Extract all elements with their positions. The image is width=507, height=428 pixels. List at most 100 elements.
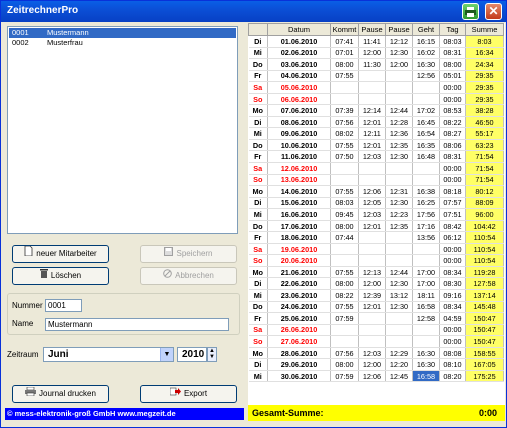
- day-total-cell[interactable]: 00:00: [439, 174, 466, 187]
- table-row[interactable]: Mi 16.06.2010 09:45 12:03 12:23 17:56 07:51 96:…: [248, 208, 504, 221]
- column-header[interactable]: Pause: [358, 23, 386, 36]
- leave-cell[interactable]: [412, 324, 440, 337]
- table-row[interactable]: Fr 25.06.2010 07:59 12:58 04:59 150:47: [248, 312, 504, 325]
- arrive-cell[interactable]: 07:56: [330, 116, 359, 129]
- sum-cell[interactable]: 167:05: [465, 358, 504, 371]
- column-header[interactable]: Summe: [465, 23, 504, 36]
- day-total-cell[interactable]: 08:10: [439, 358, 466, 371]
- pause-end-cell[interactable]: [385, 243, 413, 256]
- pause-start-cell[interactable]: 12:05: [358, 197, 386, 210]
- pause-end-cell[interactable]: 13:12: [385, 289, 413, 302]
- leave-cell[interactable]: 16:25: [412, 197, 440, 210]
- column-header[interactable]: Kommt: [330, 23, 359, 36]
- weekday-cell[interactable]: Do: [248, 139, 268, 152]
- arrive-cell[interactable]: 07:56: [330, 347, 359, 360]
- table-row[interactable]: Sa 19.06.2010 00:00 110:54: [248, 243, 504, 256]
- weekday-cell[interactable]: Mo: [248, 104, 268, 117]
- arrive-cell[interactable]: [330, 93, 359, 106]
- leave-cell[interactable]: 16:02: [412, 47, 440, 60]
- table-row[interactable]: Mi 30.06.2010 07:59 12:06 12:45 16:58 08:20 175…: [248, 370, 504, 383]
- arrive-cell[interactable]: 07:41: [330, 35, 359, 48]
- pause-end-cell[interactable]: 12:28: [385, 116, 413, 129]
- pause-end-cell[interactable]: 12:30: [385, 277, 413, 291]
- save-button[interactable]: Speichern: [140, 245, 237, 263]
- date-cell[interactable]: 28.06.2010: [267, 347, 331, 360]
- leave-cell[interactable]: [412, 335, 440, 348]
- date-cell[interactable]: 21.06.2010: [267, 266, 331, 279]
- titlebar-print-button[interactable]: [462, 3, 479, 20]
- day-total-cell[interactable]: 00:00: [439, 81, 466, 94]
- pause-start-cell[interactable]: [358, 81, 386, 94]
- leave-cell[interactable]: 16:58: [412, 301, 440, 314]
- leave-cell[interactable]: [412, 254, 440, 267]
- arrive-cell[interactable]: [330, 335, 359, 348]
- date-cell[interactable]: 05.06.2010: [267, 81, 331, 94]
- pause-end-cell[interactable]: [385, 231, 413, 244]
- pause-start-cell[interactable]: 12:01: [358, 301, 386, 314]
- print-journal-button[interactable]: Journal drucken: [12, 385, 109, 403]
- sum-cell[interactable]: 145:48: [465, 301, 504, 314]
- arrive-cell[interactable]: 07:59: [330, 312, 359, 325]
- day-total-cell[interactable]: 00:00: [439, 324, 466, 337]
- date-cell[interactable]: 25.06.2010: [267, 312, 331, 325]
- sum-cell[interactable]: 110:54: [465, 243, 504, 256]
- date-cell[interactable]: 02.06.2010: [267, 47, 331, 60]
- day-total-cell[interactable]: 06:12: [439, 231, 466, 244]
- table-row[interactable]: Di 15.06.2010 08:03 12:05 12:30 16:25 07:57 88:…: [248, 197, 504, 210]
- weekday-cell[interactable]: So: [248, 93, 268, 106]
- table-row[interactable]: So 13.06.2010 00:00 71:54: [248, 174, 504, 187]
- weekday-cell[interactable]: Di: [248, 197, 268, 210]
- day-total-cell[interactable]: 08:06: [439, 139, 466, 152]
- arrive-cell[interactable]: [330, 162, 359, 175]
- leave-cell[interactable]: [412, 174, 440, 187]
- table-row[interactable]: Di 08.06.2010 07:56 12:01 12:28 16:45 08:22 46:…: [248, 116, 504, 129]
- date-cell[interactable]: 24.06.2010: [267, 301, 331, 314]
- day-total-cell[interactable]: 08:30: [439, 277, 466, 291]
- pause-end-cell[interactable]: 12:35: [385, 220, 413, 233]
- pause-end-cell[interactable]: 12:45: [385, 370, 413, 383]
- pause-start-cell[interactable]: 12:01: [358, 116, 386, 129]
- sum-cell[interactable]: 150:47: [465, 324, 504, 337]
- table-row[interactable]: Mi 23.06.2010 08:22 12:39 13:12 18:11 09:16 137…: [248, 289, 504, 302]
- weekday-cell[interactable]: Do: [248, 301, 268, 314]
- date-cell[interactable]: 19.06.2010: [267, 243, 331, 256]
- leave-cell[interactable]: 17:00: [412, 266, 440, 279]
- sum-cell[interactable]: 55:17: [465, 127, 504, 140]
- column-header[interactable]: Geht: [412, 23, 440, 36]
- pause-start-cell[interactable]: 12:39: [358, 289, 386, 302]
- day-total-cell[interactable]: 00:00: [439, 162, 466, 175]
- leave-cell[interactable]: 17:00: [412, 277, 440, 291]
- export-button[interactable]: Export: [140, 385, 237, 403]
- date-cell[interactable]: 10.06.2010: [267, 139, 331, 152]
- weekday-cell[interactable]: Mi: [248, 208, 268, 221]
- arrive-cell[interactable]: 07:55: [330, 185, 359, 198]
- day-total-cell[interactable]: 08:22: [439, 116, 466, 129]
- day-total-cell[interactable]: 08:03: [439, 35, 466, 48]
- pause-start-cell[interactable]: 12:03: [358, 150, 386, 163]
- pause-end-cell[interactable]: 12:00: [385, 58, 413, 71]
- leave-cell[interactable]: [412, 81, 440, 94]
- sum-cell[interactable]: 38:28: [465, 104, 504, 117]
- pause-end-cell[interactable]: [385, 324, 413, 337]
- pause-end-cell[interactable]: 12:30: [385, 150, 413, 163]
- pause-start-cell[interactable]: [358, 312, 386, 325]
- pause-start-cell[interactable]: [358, 231, 386, 244]
- arrive-cell[interactable]: 07:55: [330, 139, 359, 152]
- arrive-cell[interactable]: 09:45: [330, 208, 359, 221]
- weekday-cell[interactable]: Di: [248, 277, 268, 291]
- date-cell[interactable]: 29.06.2010: [267, 358, 331, 371]
- leave-cell[interactable]: 17:16: [412, 220, 440, 233]
- leave-cell[interactable]: 16:48: [412, 150, 440, 163]
- leave-cell[interactable]: [412, 93, 440, 106]
- column-header[interactable]: [248, 23, 268, 36]
- table-row[interactable]: Do 10.06.2010 07:55 12:01 12:35 16:35 08:06 63:…: [248, 139, 504, 152]
- arrive-cell[interactable]: 07:39: [330, 104, 359, 117]
- weekday-cell[interactable]: Fr: [248, 231, 268, 244]
- weekday-cell[interactable]: Mo: [248, 347, 268, 360]
- number-field[interactable]: 0001: [45, 299, 82, 312]
- leave-cell[interactable]: 16:15: [412, 35, 440, 48]
- weekday-cell[interactable]: Di: [248, 116, 268, 129]
- weekday-cell[interactable]: Mi: [248, 47, 268, 60]
- date-cell[interactable]: 18.06.2010: [267, 231, 331, 244]
- sum-cell[interactable]: 71:54: [465, 162, 504, 175]
